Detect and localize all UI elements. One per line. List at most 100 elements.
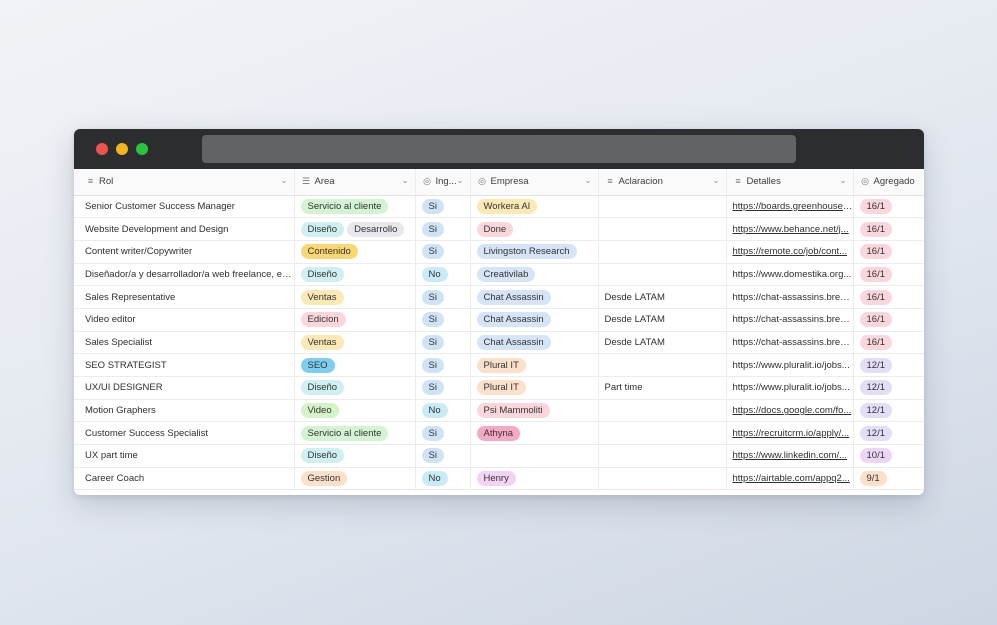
column-header-detalles[interactable]: ≡ Detalles ⌄ — [726, 169, 854, 196]
cell-aclaracion[interactable] — [598, 263, 727, 287]
table-row[interactable]: UX part time Diseño Si https://www.linkedin… — [74, 444, 924, 468]
cell-agregado[interactable]: 12/1 — [853, 376, 924, 400]
cell-detalles[interactable]: https://docs.google.com/fo... — [726, 399, 854, 423]
cell-area[interactable]: SEO — [294, 353, 416, 377]
cell-agregado[interactable]: 12/1 — [853, 399, 924, 423]
detalles-link[interactable]: https://chat-assassins.breez... — [733, 337, 853, 348]
cell-aclaracion[interactable] — [598, 467, 727, 491]
cell-area[interactable]: Diseño — [294, 376, 416, 400]
cell-aclaracion[interactable] — [598, 399, 727, 423]
cell-detalles[interactable]: https://remote.co/job/cont... — [726, 240, 854, 264]
cell-area[interactable]: Gestion — [294, 467, 416, 491]
cell-rol[interactable]: SEO STRATEGIST — [74, 353, 295, 377]
column-header-rol[interactable]: ≡ Rol ⌄ — [74, 169, 295, 196]
cell-empresa[interactable]: Henry — [470, 467, 599, 491]
detalles-link[interactable]: https://www.domestika.org... — [733, 269, 852, 280]
cell-rol[interactable]: UX/UI DESIGNER — [74, 376, 295, 400]
cell-detalles[interactable]: https://chat-assassins.breez... — [726, 308, 854, 332]
table-row[interactable]: Customer Success Specialist Servicio al c… — [74, 421, 924, 446]
cell-empresa[interactable]: Plural IT — [470, 376, 599, 400]
address-bar[interactable] — [202, 135, 796, 163]
cell-aclaracion[interactable] — [598, 421, 727, 446]
cell-ing[interactable]: No — [415, 399, 471, 423]
cell-aclaracion[interactable]: Part time — [598, 376, 727, 400]
cell-detalles[interactable]: https://boards.greenhouse.... — [726, 195, 854, 219]
minimize-window-button[interactable] — [116, 143, 128, 155]
cell-empresa[interactable]: Done — [470, 217, 599, 241]
chevron-down-icon[interactable]: ⌄ — [402, 176, 409, 185]
cell-detalles[interactable]: https://www.pluralit.io/jobs... — [726, 376, 854, 400]
table-row[interactable]: UX/UI DESIGNER Diseño Si Plural IT Part time… — [74, 376, 924, 400]
detalles-link[interactable]: https://airtable.com/appq2... — [733, 473, 850, 484]
column-header-ing[interactable]: ◎ Ing... ⌄ — [415, 169, 471, 196]
cell-rol[interactable]: Motion Graphers — [74, 399, 295, 423]
cell-empresa[interactable]: Plural IT — [470, 353, 599, 377]
cell-area[interactable]: Video — [294, 399, 416, 423]
cell-agregado[interactable]: 10/1 — [853, 444, 924, 468]
cell-empresa[interactable] — [470, 444, 599, 468]
table-row[interactable]: SEO STRATEGIST SEO Si Plural IT https://www.… — [74, 353, 924, 377]
detalles-link[interactable]: https://www.pluralit.io/jobs... — [733, 382, 850, 393]
cell-aclaracion[interactable] — [598, 444, 727, 468]
cell-empresa[interactable]: Chat Assassin — [470, 331, 599, 355]
cell-aclaracion[interactable]: Desde LATAM — [598, 308, 727, 332]
cell-aclaracion[interactable] — [598, 240, 727, 264]
cell-rol[interactable]: UX part time — [74, 444, 295, 468]
table-row[interactable]: Career Coach Gestion No Henry https://airtab… — [74, 467, 924, 491]
cell-rol[interactable]: Content writer/Copywriter — [74, 240, 295, 264]
detalles-link[interactable]: https://www.pluralit.io/jobs... — [733, 360, 850, 371]
table-row[interactable]: Website Development and Design Diseño Desa… — [74, 217, 924, 241]
table-row[interactable]: Sales Representative Ventas Si Chat Assassi… — [74, 285, 924, 309]
chevron-down-icon[interactable]: ⌄ — [713, 176, 720, 185]
cell-agregado[interactable]: 16/1 — [853, 195, 924, 219]
cell-rol[interactable]: Sales Representative — [74, 285, 295, 309]
chevron-down-icon[interactable]: ⌄ — [281, 176, 288, 185]
cell-ing[interactable]: Si — [415, 308, 471, 332]
cell-ing[interactable]: No — [415, 467, 471, 491]
cell-agregado[interactable]: 12/1 — [853, 421, 924, 446]
table-row[interactable]: Diseñador/a y desarrollador/a web freela… — [74, 263, 924, 287]
cell-area[interactable]: Servicio al cliente — [294, 421, 416, 446]
cell-rol[interactable]: Sales Specialist — [74, 331, 295, 355]
column-header-empresa[interactable]: ◎ Empresa ⌄ — [470, 169, 599, 196]
detalles-link[interactable]: https://boards.greenhouse.... — [733, 201, 853, 212]
detalles-link[interactable]: https://www.behance.net/j... — [733, 224, 849, 235]
cell-agregado[interactable]: 16/1 — [853, 285, 924, 309]
cell-detalles[interactable]: https://chat-assassins.breez... — [726, 285, 854, 309]
cell-empresa[interactable]: Workera AI — [470, 195, 599, 219]
cell-rol[interactable]: Video editor — [74, 308, 295, 332]
cell-area[interactable]: Servicio al cliente — [294, 195, 416, 219]
cell-empresa[interactable]: Psi Mammoliti — [470, 399, 599, 423]
table-row[interactable]: Motion Graphers Video No Psi Mammoliti https… — [74, 399, 924, 423]
cell-area[interactable]: Edicion — [294, 308, 416, 332]
cell-aclaracion[interactable]: Desde LATAM — [598, 285, 727, 309]
table-row[interactable]: Content writer/Copywriter Contenido Si Livi… — [74, 240, 924, 264]
cell-rol[interactable]: Career Coach — [74, 467, 295, 491]
close-window-button[interactable] — [96, 143, 108, 155]
cell-empresa[interactable]: Chat Assassin — [470, 285, 599, 309]
cell-ing[interactable]: Si — [415, 331, 471, 355]
cell-agregado[interactable]: 16/1 — [853, 308, 924, 332]
cell-area[interactable]: Diseño — [294, 263, 416, 287]
cell-area[interactable]: Contenido — [294, 240, 416, 264]
detalles-link[interactable]: https://remote.co/job/cont... — [733, 246, 848, 257]
cell-rol[interactable]: Senior Customer Success Manager — [74, 195, 295, 219]
cell-detalles[interactable]: https://chat-assassins.breez... — [726, 331, 854, 355]
detalles-link[interactable]: https://docs.google.com/fo... — [733, 405, 852, 416]
cell-agregado[interactable]: 12/1 — [853, 353, 924, 377]
maximize-window-button[interactable] — [136, 143, 148, 155]
cell-agregado[interactable]: 16/1 — [853, 263, 924, 287]
column-header-area[interactable]: ☰ Area ⌄ — [294, 169, 416, 196]
cell-agregado[interactable]: 16/1 — [853, 217, 924, 241]
cell-empresa[interactable]: Creativilab — [470, 263, 599, 287]
column-header-agregado[interactable]: ◎ Agregado — [853, 169, 924, 196]
table-row[interactable]: Senior Customer Success Manager Servicio … — [74, 195, 924, 219]
cell-empresa[interactable]: Chat Assassin — [470, 308, 599, 332]
cell-ing[interactable]: Si — [415, 421, 471, 446]
cell-agregado[interactable]: 9/1 — [853, 467, 924, 491]
cell-area[interactable]: Diseño — [294, 444, 416, 468]
detalles-link[interactable]: https://chat-assassins.breez... — [733, 314, 853, 325]
cell-ing[interactable]: Si — [415, 217, 471, 241]
cell-area[interactable]: Ventas — [294, 285, 416, 309]
cell-rol[interactable]: Website Development and Design — [74, 217, 295, 241]
